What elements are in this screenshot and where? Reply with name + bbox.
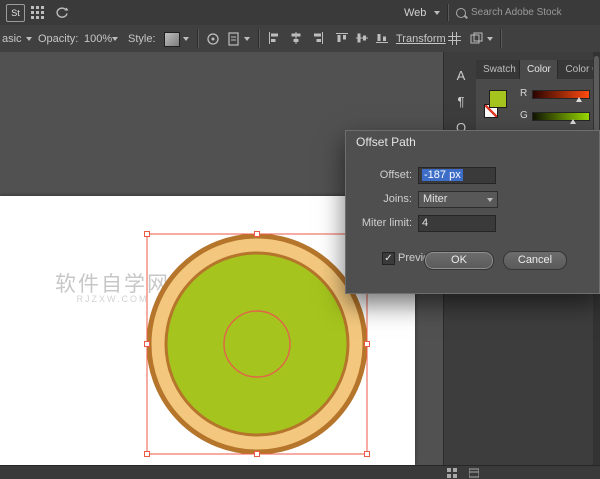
joins-label: Joins: [346,193,412,205]
style-swatch[interactable] [164,32,180,47]
green-slider-thumb[interactable] [570,119,576,124]
miter-limit-label: Miter limit: [346,217,412,229]
adobe-stock-icon[interactable]: St [6,4,25,22]
nine-slice-grid-icon[interactable] [448,32,461,45]
align-right-icon[interactable] [312,32,324,44]
chevron-down-icon[interactable] [26,37,32,41]
dialog-title[interactable]: Offset Path [346,131,599,153]
green-circle[interactable] [166,253,348,435]
align-middle-icon[interactable] [356,32,368,44]
align-center-icon[interactable] [290,32,302,44]
align-top-icon[interactable] [336,32,348,44]
illustrator-window: St Web asic Opacity: 100% Style: [0,0,600,479]
menubar: St Web [0,0,600,26]
status-bar [0,465,600,479]
chevron-down-icon [434,11,440,15]
offset-input-selected-text: -187 px [422,169,463,181]
search-icon [456,8,466,18]
panel-tabbar: Swatch Color Color G [476,60,600,79]
panel-options-icon[interactable] [469,468,479,478]
grid-view-icon[interactable] [31,6,44,19]
preview-checkbox[interactable]: ✓ [382,252,395,265]
ok-button[interactable]: OK [424,251,494,270]
character-panel-icon[interactable]: A [450,66,472,86]
workspace-label: Web [404,7,426,19]
joins-dropdown[interactable]: Miter [418,191,498,208]
chevron-down-icon[interactable] [244,37,250,41]
tab-swatches[interactable]: Swatch [476,60,520,79]
offset-label: Offset: [346,169,412,181]
artboard-grid-icon[interactable] [447,468,457,478]
offset-input[interactable]: -187 px [418,167,496,184]
chevron-down-icon[interactable] [183,37,189,41]
stock-search-box[interactable] [456,4,594,21]
miter-limit-value: 4 [422,217,428,229]
red-slider-thumb[interactable] [576,97,582,102]
layers-stack-icon[interactable] [470,32,483,45]
align-bottom-icon[interactable] [376,32,388,44]
chevron-down-icon[interactable] [487,37,493,41]
chevron-down-icon [487,198,493,202]
offset-path-dialog: Offset Path Offset: -187 px Joins: Miter… [345,130,600,294]
tab-color[interactable]: Color [520,60,558,79]
red-channel-label: R [520,88,530,99]
miter-limit-input[interactable]: 4 [418,215,496,232]
controlbar-separator [500,29,501,48]
green-slider[interactable] [532,112,590,121]
menubar-separator [447,4,448,21]
workspace-switcher[interactable]: Web [404,5,440,21]
align-left-icon[interactable] [268,32,280,44]
paragraph-panel-icon[interactable]: ¶ [450,92,472,112]
recolor-artwork-icon[interactable] [206,32,220,46]
green-channel-label: G [520,110,530,121]
opacity-label: Opacity: [38,33,78,45]
style-label: Style: [128,33,156,45]
opacity-value[interactable]: 100% [84,33,112,45]
chevron-down-icon[interactable] [112,37,118,41]
sync-rotate-icon[interactable] [55,6,69,19]
joins-value: Miter [423,192,447,207]
checkmark-icon: ✓ [384,253,392,264]
controlbar-separator [258,29,259,48]
controlbar-separator [197,29,198,48]
fill-swatch[interactable] [489,90,507,108]
transform-link[interactable]: Transform [396,33,446,45]
cancel-button[interactable]: Cancel [503,251,567,270]
control-bar: asic Opacity: 100% Style: [0,25,600,53]
document-setup-icon[interactable] [228,32,240,46]
search-input[interactable] [471,7,600,18]
appearance-preset-label[interactable]: asic [2,33,22,45]
